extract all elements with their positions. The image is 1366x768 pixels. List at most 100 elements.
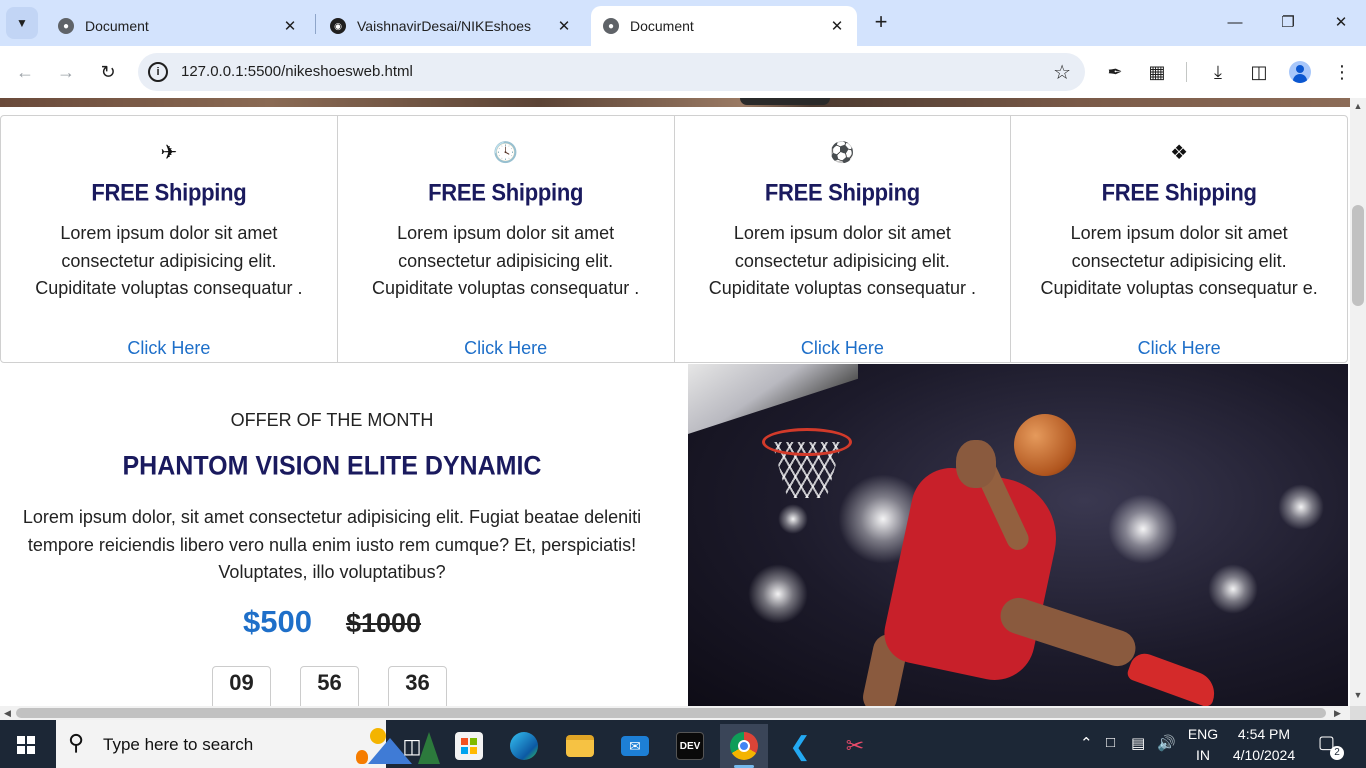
show-hidden-icons-chevron[interactable]: ⌃ <box>1080 734 1093 752</box>
offer-description: Lorem ipsum dolor, sit amet consectetur … <box>22 507 642 582</box>
back-button[interactable]: ← <box>11 58 39 86</box>
player-shoe <box>1125 649 1221 706</box>
feature-card: ⚽ FREE Shipping Lorem ipsum dolor sit am… <box>675 116 1012 362</box>
store-icon <box>455 732 483 760</box>
scroll-down-icon[interactable]: ▼ <box>1353 690 1363 700</box>
vertical-scrollbar[interactable]: ▲ ▼ <box>1350 98 1366 706</box>
tab-3-active[interactable]: ● Document ✕ <box>591 6 857 46</box>
scroll-left-icon[interactable]: ◀ <box>4 706 11 720</box>
clock-icon: 🕓 <box>493 142 519 164</box>
airplane-icon: ✈ <box>160 142 178 164</box>
tab-2[interactable]: ◉ VaishnavirDesai/NIKEshoes ✕ <box>318 6 584 46</box>
mail-icon: ✉ <box>621 736 649 756</box>
tab-1[interactable]: ● Document ✕ <box>46 6 310 46</box>
feature-card: 🕓 FREE Shipping Lorem ipsum dolor sit am… <box>338 116 675 362</box>
kebab-menu-icon[interactable]: ⋮ <box>1330 60 1354 84</box>
mail-button[interactable]: ✉ <box>611 724 659 768</box>
feature-text: Lorem ipsum dolor sit amet consectetur a… <box>708 223 976 298</box>
vertical-scroll-thumb[interactable] <box>1352 205 1364 306</box>
stadium-light <box>1108 494 1178 564</box>
reload-button[interactable]: ↻ <box>94 58 122 86</box>
folder-icon <box>566 735 594 757</box>
tab-title: Document <box>85 18 149 34</box>
feature-text: Lorem ipsum dolor sit amet consectetur a… <box>372 223 640 298</box>
windows-taskbar: ⚲ Type here to search ◫ ✉ DEV ❮ ✂ ⌃ □ ▤ … <box>0 720 1366 768</box>
extensions-puzzle-icon[interactable]: ▦ <box>1145 60 1169 84</box>
vscode-button[interactable]: ❮ <box>776 724 824 768</box>
offer-section: OFFER OF THE MONTH PHANTOM VISION ELITE … <box>0 364 688 706</box>
forward-button[interactable]: → <box>52 58 80 86</box>
dropbox-icon: ❖ <box>1170 142 1189 164</box>
stadium-light <box>748 564 808 624</box>
soccer-ball-icon: ⚽ <box>829 142 855 164</box>
minimize-button[interactable]: — <box>1212 8 1258 38</box>
side-panel-icon[interactable]: ◫ <box>1247 60 1271 84</box>
chrome-icon <box>730 732 758 760</box>
language-indicator-bottom[interactable]: IN <box>1186 747 1220 763</box>
scroll-right-icon[interactable]: ▶ <box>1334 706 1341 720</box>
notification-count-badge: 2 <box>1330 746 1344 760</box>
url-text[interactable]: 127.0.0.1:5500/nikeshoesweb.html <box>181 63 413 80</box>
feature-link[interactable]: Click Here <box>338 338 674 359</box>
feature-text: Lorem ipsum dolor sit amet consectetur a… <box>35 223 303 298</box>
address-bar[interactable]: i 127.0.0.1:5500/nikeshoesweb.html ☆ <box>138 53 1085 91</box>
bookmark-star-icon[interactable]: ☆ <box>1053 60 1071 85</box>
snipping-tool-button[interactable]: ✂ <box>831 724 879 768</box>
network-icon[interactable]: ▤ <box>1131 734 1145 752</box>
edge-icon <box>510 732 538 760</box>
dev-app-button[interactable]: DEV <box>666 724 714 768</box>
horizontal-scrollbar[interactable]: ◀ ▶ <box>0 706 1350 720</box>
eyedropper-extension-icon[interactable]: ✒ <box>1103 60 1127 84</box>
feature-link[interactable]: Click Here <box>675 338 1011 359</box>
window-close-button[interactable]: ✕ <box>1318 8 1364 38</box>
task-view-button[interactable]: ◫ <box>388 724 436 768</box>
chrome-button[interactable] <box>720 724 768 768</box>
offer-kicker: OFFER OF THE MONTH <box>230 410 434 430</box>
stadium-light <box>1208 564 1258 614</box>
volume-icon[interactable]: 🔊 <box>1157 734 1176 752</box>
close-icon[interactable]: ✕ <box>829 17 845 35</box>
site-info-icon[interactable]: i <box>148 62 168 82</box>
edge-button[interactable] <box>500 724 548 768</box>
toolbar-divider <box>1186 62 1187 82</box>
clock-time[interactable]: 4:54 PM <box>1226 726 1302 742</box>
stadium-light <box>778 504 808 534</box>
close-icon[interactable]: ✕ <box>282 17 298 35</box>
scroll-up-icon[interactable]: ▲ <box>1353 101 1363 111</box>
profile-avatar[interactable] <box>1289 61 1311 83</box>
taskbar-search-box[interactable]: ⚲ Type here to search <box>56 720 440 768</box>
microsoft-store-button[interactable] <box>445 724 493 768</box>
horizontal-scroll-thumb[interactable] <box>16 708 1326 718</box>
tab-separator <box>315 14 316 34</box>
stadium-light <box>1278 484 1324 530</box>
offer-price-new: $500 <box>242 604 312 639</box>
meet-now-icon[interactable]: □ <box>1106 734 1115 751</box>
feature-title: FREE Shipping <box>1101 178 1257 206</box>
tab-title: VaishnavirDesai/NIKEshoes <box>357 18 532 34</box>
feature-text: Lorem ipsum dolor sit amet consectetur a… <box>1040 223 1318 298</box>
chevron-down-icon: ▼ <box>16 16 28 30</box>
tab-search-button[interactable]: ▼ <box>6 7 38 39</box>
clock-date[interactable]: 4/10/2024 <box>1226 747 1302 763</box>
features-row: ✈ FREE Shipping Lorem ipsum dolor sit am… <box>0 115 1348 363</box>
feature-link[interactable]: Click Here <box>1011 338 1347 359</box>
basketball-player-image <box>688 364 1348 706</box>
task-view-icon: ◫ <box>402 735 422 758</box>
hero-image-bottom-edge <box>0 98 1350 107</box>
feature-title: FREE Shipping <box>91 178 247 206</box>
new-tab-button[interactable]: + <box>868 10 894 36</box>
feature-title: FREE Shipping <box>428 178 584 206</box>
timer-minutes: 56 <box>300 666 359 706</box>
language-indicator-top[interactable]: ENG <box>1186 726 1220 742</box>
feature-link[interactable]: Click Here <box>1 338 337 359</box>
globe-icon: ● <box>603 18 619 34</box>
feature-card: ✈ FREE Shipping Lorem ipsum dolor sit am… <box>1 116 338 362</box>
search-icon: ⚲ <box>68 730 85 755</box>
close-icon[interactable]: ✕ <box>556 17 572 35</box>
restore-button[interactable]: ❐ <box>1265 8 1311 38</box>
download-icon[interactable]: ⤓ <box>1206 60 1230 84</box>
player-head <box>956 440 996 488</box>
windows-start-icon[interactable] <box>17 736 35 754</box>
file-explorer-button[interactable] <box>556 724 604 768</box>
search-placeholder: Type here to search <box>103 735 254 754</box>
